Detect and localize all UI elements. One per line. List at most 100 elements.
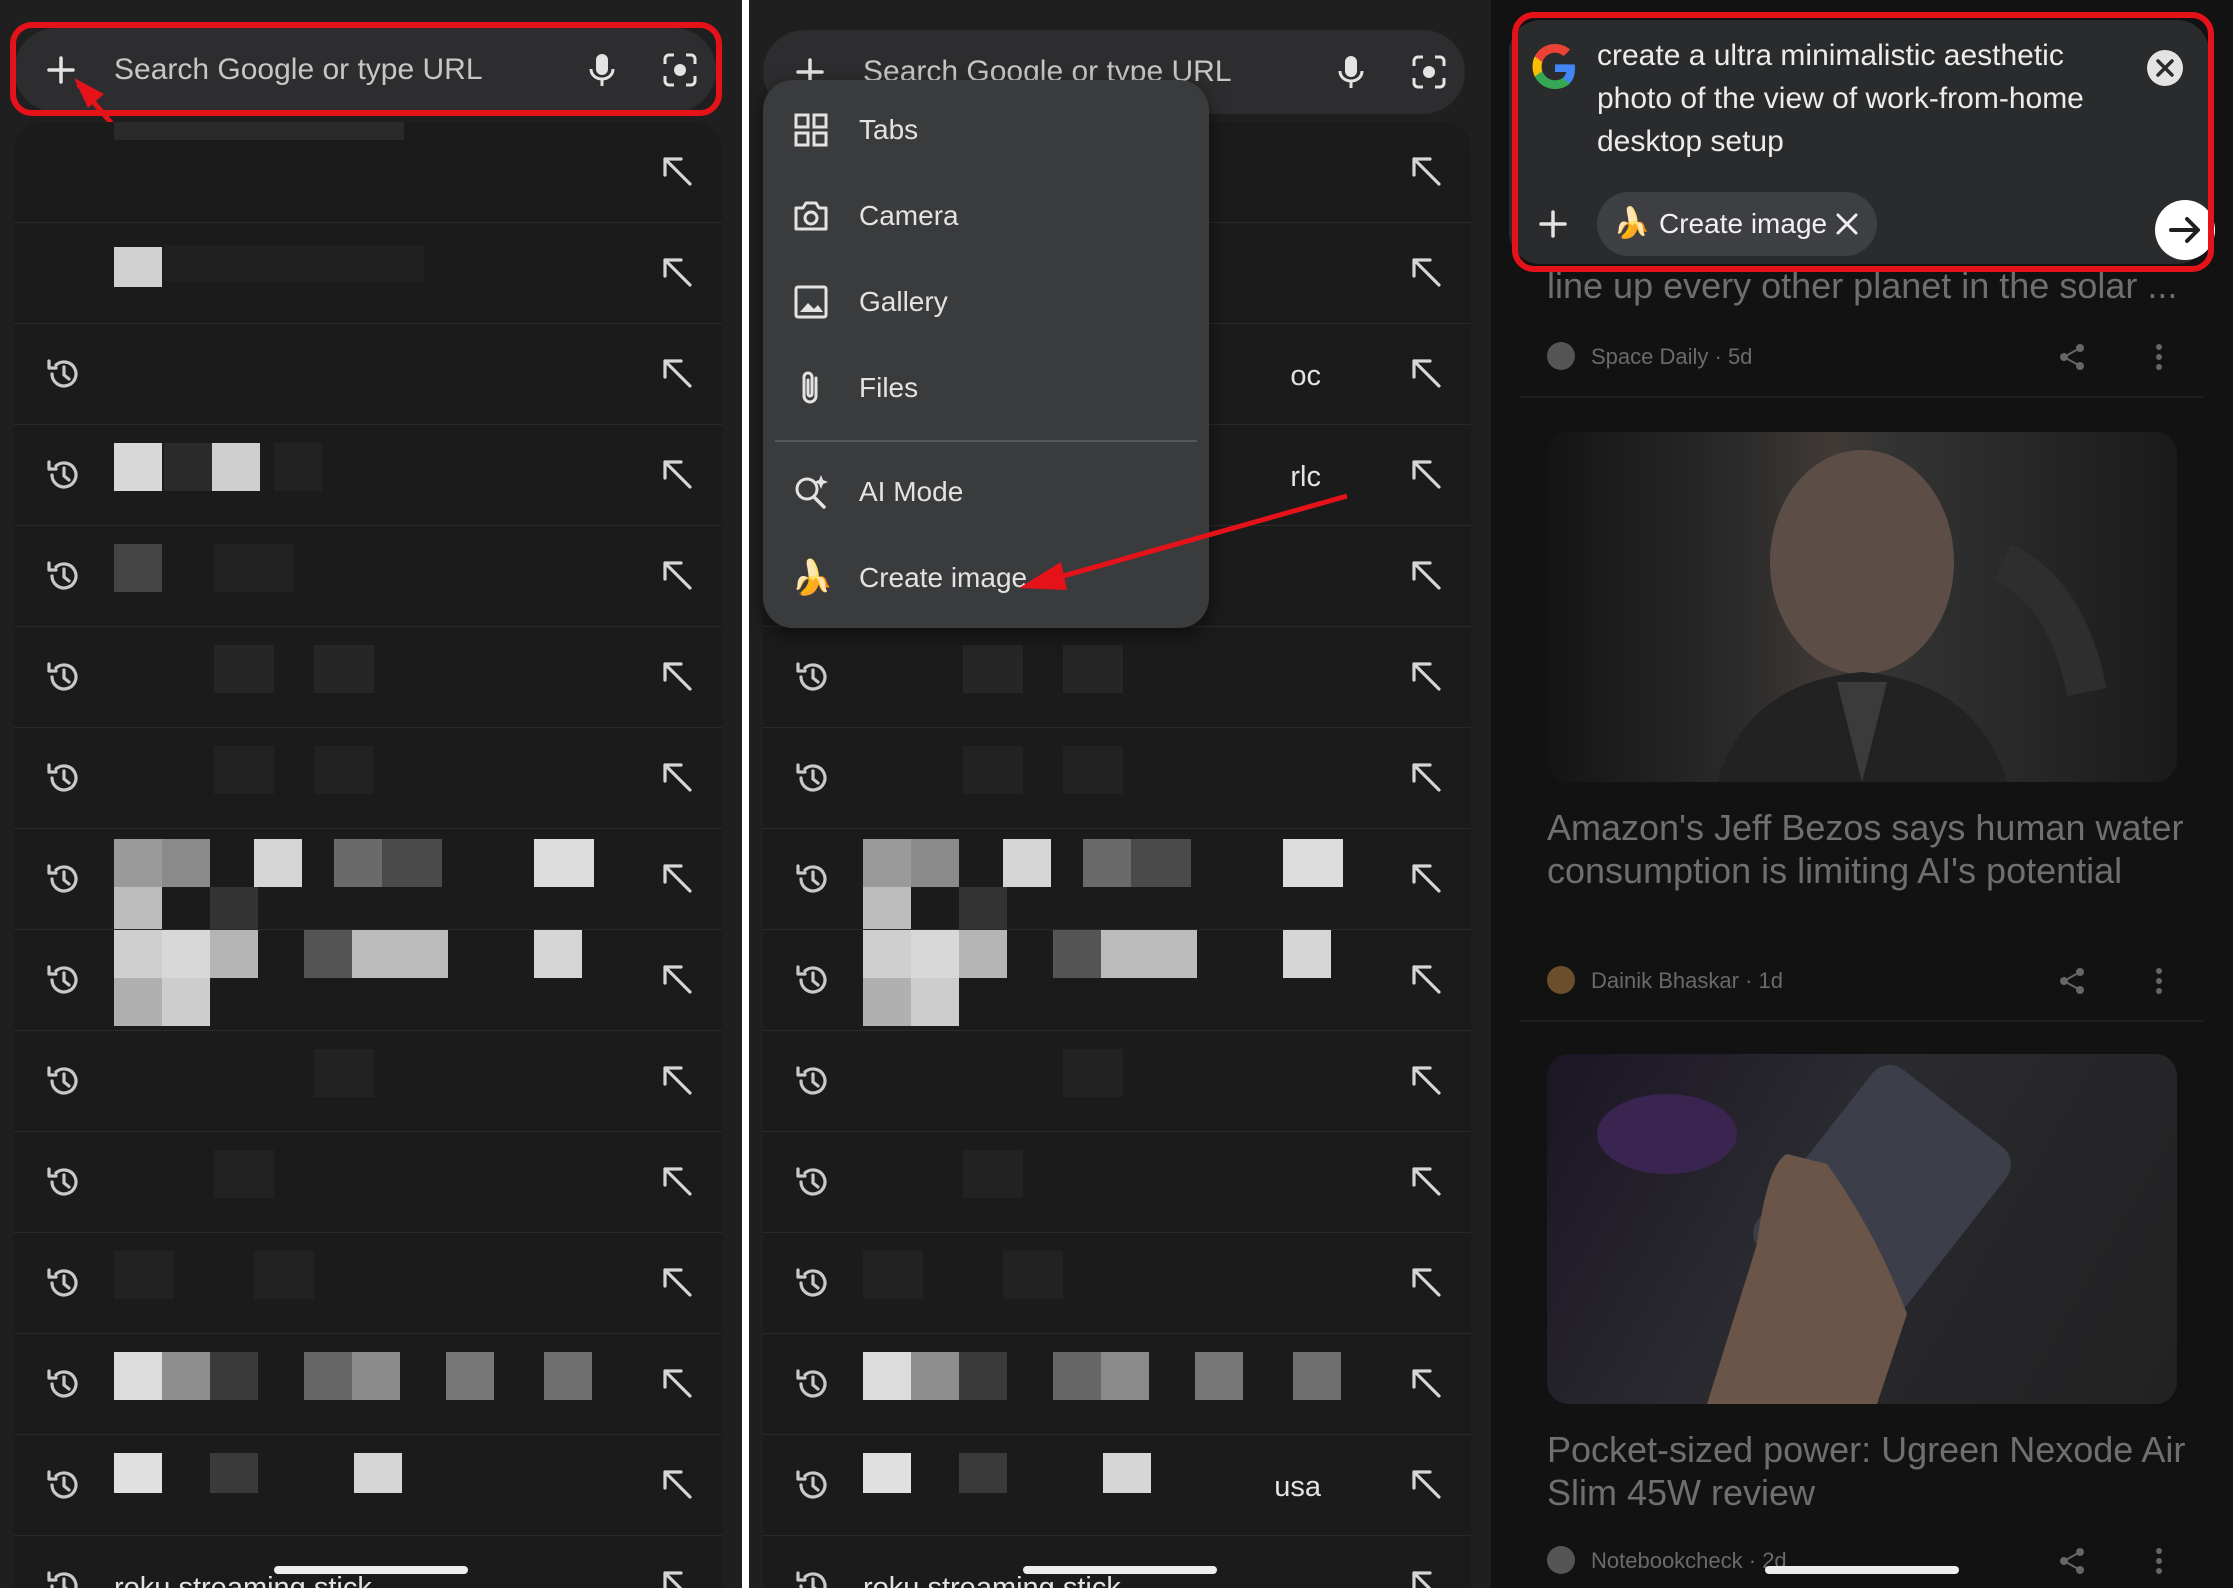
redacted-block: [959, 887, 1007, 929]
fill-query-arrow-icon[interactable]: [658, 1465, 696, 1503]
suggestion-row[interactable]: roku streaming stick: [763, 1536, 1471, 1588]
suggestion-row[interactable]: [763, 829, 1471, 930]
redacted-block: [1283, 930, 1331, 978]
mic-icon[interactable]: [582, 50, 622, 90]
more-icon[interactable]: [2154, 966, 2164, 996]
feed-title[interactable]: line up every other planet in the solar …: [1547, 264, 2207, 307]
fill-query-arrow-icon[interactable]: [1407, 253, 1445, 291]
divider: [1521, 1020, 2203, 1022]
google-lens-icon[interactable]: [660, 50, 700, 90]
search-bar[interactable]: Search Google or type URL: [14, 28, 716, 112]
fill-query-arrow-icon[interactable]: [658, 152, 696, 190]
redacted-block: [214, 746, 274, 794]
suggestion-row[interactable]: [14, 930, 722, 1031]
banana-icon: 🍌: [791, 559, 834, 597]
suggestion-row[interactable]: [14, 1435, 722, 1536]
suggestion-row[interactable]: [763, 1233, 1471, 1334]
fill-query-arrow-icon[interactable]: [658, 859, 696, 897]
fill-query-arrow-icon[interactable]: [658, 253, 696, 291]
suggestion-row[interactable]: [14, 1132, 722, 1233]
fill-query-arrow-icon[interactable]: [1407, 1061, 1445, 1099]
suggestion-row[interactable]: [14, 425, 722, 526]
search-placeholder: Search Google or type URL: [114, 53, 483, 86]
share-icon[interactable]: [2057, 966, 2087, 996]
plus-icon[interactable]: [36, 45, 86, 95]
suggestion-row[interactable]: [14, 1334, 722, 1435]
suggestion-row[interactable]: [14, 728, 722, 829]
feed-title[interactable]: Amazon's Jeff Bezos says human water con…: [1547, 806, 2187, 892]
fill-query-arrow-icon[interactable]: [658, 1263, 696, 1301]
fill-query-arrow-icon[interactable]: [1407, 1465, 1445, 1503]
plus-icon[interactable]: [1533, 204, 1573, 244]
fill-query-arrow-icon[interactable]: [658, 657, 696, 695]
gesture-bar[interactable]: [1023, 1566, 1217, 1574]
fill-query-arrow-icon[interactable]: [658, 1162, 696, 1200]
menu-item-tabs[interactable]: Tabs: [763, 90, 1209, 170]
discover-feed: line up every other planet in the solar …: [1491, 265, 2233, 1588]
share-icon[interactable]: [2057, 342, 2087, 372]
fill-query-arrow-icon[interactable]: [658, 455, 696, 493]
menu-item-ai-mode[interactable]: AI Mode: [763, 452, 1209, 532]
fill-query-arrow-icon[interactable]: [1407, 1566, 1445, 1588]
suggestion-row[interactable]: [14, 1233, 722, 1334]
redacted-block: [114, 930, 162, 978]
fill-query-arrow-icon[interactable]: [1407, 1162, 1445, 1200]
menu-item-camera[interactable]: Camera: [763, 176, 1209, 256]
more-icon[interactable]: [2154, 342, 2164, 372]
fill-query-arrow-icon[interactable]: [658, 758, 696, 796]
fill-query-arrow-icon[interactable]: [658, 1566, 696, 1588]
fill-query-arrow-icon[interactable]: [658, 354, 696, 392]
suggestion-row[interactable]: [763, 1031, 1471, 1132]
fill-query-arrow-icon[interactable]: [1407, 455, 1445, 493]
news-image[interactable]: [1547, 1054, 2177, 1404]
feed-title[interactable]: Pocket-sized power: Ugreen Nexode Air Sl…: [1547, 1428, 2187, 1514]
suggestion-row[interactable]: [763, 930, 1471, 1031]
fill-query-arrow-icon[interactable]: [1407, 556, 1445, 594]
close-icon[interactable]: [1833, 210, 1861, 238]
suggestion-row[interactable]: usa: [763, 1435, 1471, 1536]
suggestion-row[interactable]: [14, 1031, 722, 1132]
create-image-chip[interactable]: 🍌 Create image: [1597, 192, 1877, 256]
fill-query-arrow-icon[interactable]: [658, 556, 696, 594]
news-image[interactable]: [1547, 432, 2177, 782]
suggestion-row[interactable]: [763, 1132, 1471, 1233]
gesture-bar[interactable]: [1765, 1566, 1959, 1574]
prompt-composer[interactable]: create a ultra minimalistic aesthetic ph…: [1509, 20, 2215, 264]
suggestion-row[interactable]: [14, 526, 722, 627]
suggestion-row[interactable]: [763, 627, 1471, 728]
fill-query-arrow-icon[interactable]: [1407, 354, 1445, 392]
clear-icon[interactable]: [2145, 48, 2185, 88]
fill-query-arrow-icon[interactable]: [658, 1061, 696, 1099]
fill-query-arrow-icon[interactable]: [1407, 859, 1445, 897]
panel-address-bar: Search Google or type URL roku streaming…: [0, 0, 742, 1588]
google-lens-icon[interactable]: [1409, 52, 1449, 92]
menu-item-create-image[interactable]: 🍌 Create image: [763, 538, 1209, 618]
suggestion-row[interactable]: [763, 1334, 1471, 1435]
fill-query-arrow-icon[interactable]: [1407, 1364, 1445, 1402]
history-icon: [793, 657, 833, 697]
mic-icon[interactable]: [1331, 52, 1371, 92]
prompt-text[interactable]: create a ultra minimalistic aesthetic ph…: [1597, 34, 2117, 163]
fill-query-arrow-icon[interactable]: [1407, 657, 1445, 695]
fill-query-arrow-icon[interactable]: [1407, 1263, 1445, 1301]
gesture-bar[interactable]: [274, 1566, 468, 1574]
suggestion-row[interactable]: roku streaming stick: [14, 1536, 722, 1588]
more-icon[interactable]: [2154, 1546, 2164, 1576]
menu-item-files[interactable]: Files: [763, 348, 1209, 428]
menu-item-gallery[interactable]: Gallery: [763, 262, 1209, 342]
suggestion-row[interactable]: [763, 728, 1471, 829]
suggestion-row[interactable]: [14, 627, 722, 728]
redacted-block: [1003, 839, 1051, 887]
send-button[interactable]: [2155, 200, 2215, 260]
fill-query-arrow-icon[interactable]: [658, 1364, 696, 1402]
suggestion-row[interactable]: [14, 324, 722, 425]
suggestion-row[interactable]: [14, 829, 722, 930]
fill-query-arrow-icon[interactable]: [1407, 152, 1445, 190]
suggestion-row[interactable]: [14, 122, 722, 223]
share-icon[interactable]: [2057, 1546, 2087, 1576]
fill-query-arrow-icon[interactable]: [1407, 960, 1445, 998]
history-icon: [44, 960, 84, 1000]
fill-query-arrow-icon[interactable]: [1407, 758, 1445, 796]
suggestion-row[interactable]: [14, 223, 722, 324]
fill-query-arrow-icon[interactable]: [658, 960, 696, 998]
